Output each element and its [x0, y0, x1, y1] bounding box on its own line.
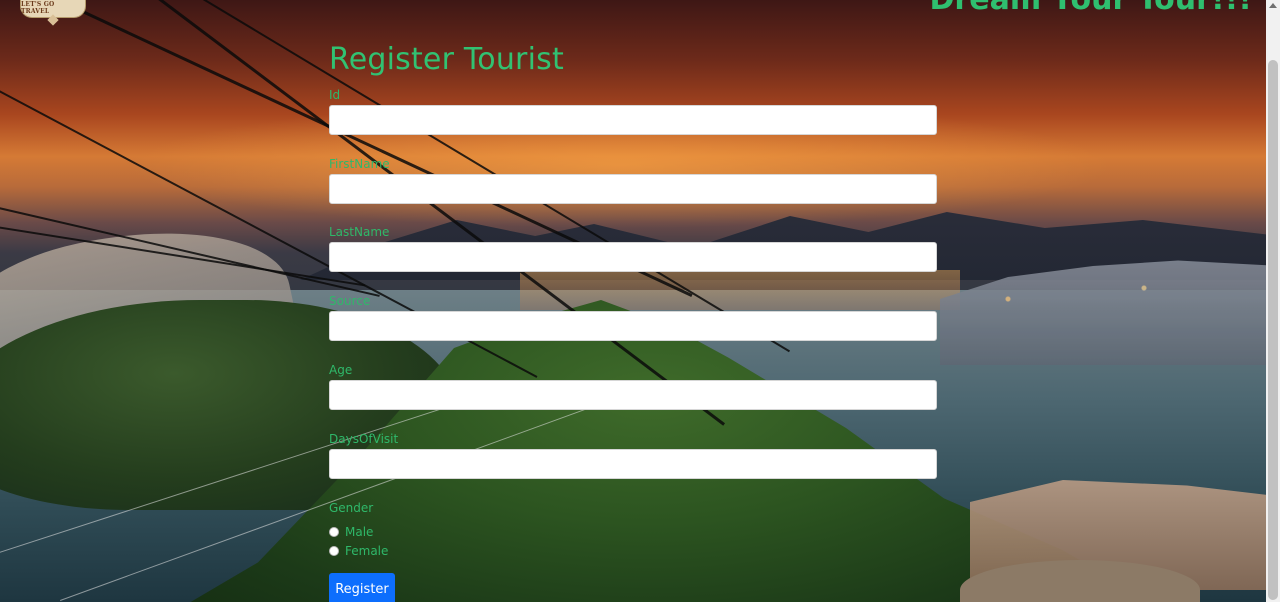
page-background: LET'S GO TRAVEL Dream Your Tour!!! Regis… — [0, 0, 1280, 602]
male-radio-label: Male — [345, 525, 374, 539]
vertical-scrollbar[interactable] — [1266, 0, 1280, 602]
female-radio[interactable] — [329, 546, 339, 556]
last-name-label: LastName — [329, 225, 390, 239]
first-name-label: FirstName — [329, 157, 390, 171]
gender-option-female[interactable]: Female — [329, 544, 388, 558]
field-first-name: FirstName — [329, 157, 937, 225]
last-name-input[interactable] — [329, 242, 937, 272]
field-last-name: LastName — [329, 225, 937, 293]
days-of-visit-label: DaysOfVisit — [329, 432, 399, 446]
gender-option-male[interactable]: Male — [329, 525, 373, 539]
field-days-of-visit: DaysOfVisit — [329, 432, 937, 500]
scrollbar-thumb[interactable] — [1268, 60, 1278, 600]
age-label: Age — [329, 363, 353, 377]
brand-logo-text: LET'S GO TRAVEL — [21, 1, 55, 15]
scroll-up-icon[interactable] — [1269, 3, 1277, 8]
id-label: Id — [329, 88, 341, 102]
form-title: Register Tourist — [329, 42, 564, 77]
field-source: Source — [329, 294, 937, 362]
gender-label: Gender — [329, 501, 374, 515]
brand-tagline: Dream Your Tour!!! — [930, 0, 1252, 17]
female-radio-label: Female — [345, 544, 389, 558]
male-radio[interactable] — [329, 527, 339, 537]
source-label: Source — [329, 294, 371, 308]
register-button[interactable]: Register — [329, 573, 395, 602]
register-tourist-form: Register Tourist Id FirstName LastName S… — [329, 42, 937, 602]
days-of-visit-input[interactable] — [329, 449, 937, 479]
source-input[interactable] — [329, 311, 937, 341]
age-input[interactable] — [329, 380, 937, 410]
field-id: Id — [329, 88, 937, 156]
field-age: Age — [329, 363, 937, 431]
id-input[interactable] — [329, 105, 937, 135]
first-name-input[interactable] — [329, 174, 937, 204]
